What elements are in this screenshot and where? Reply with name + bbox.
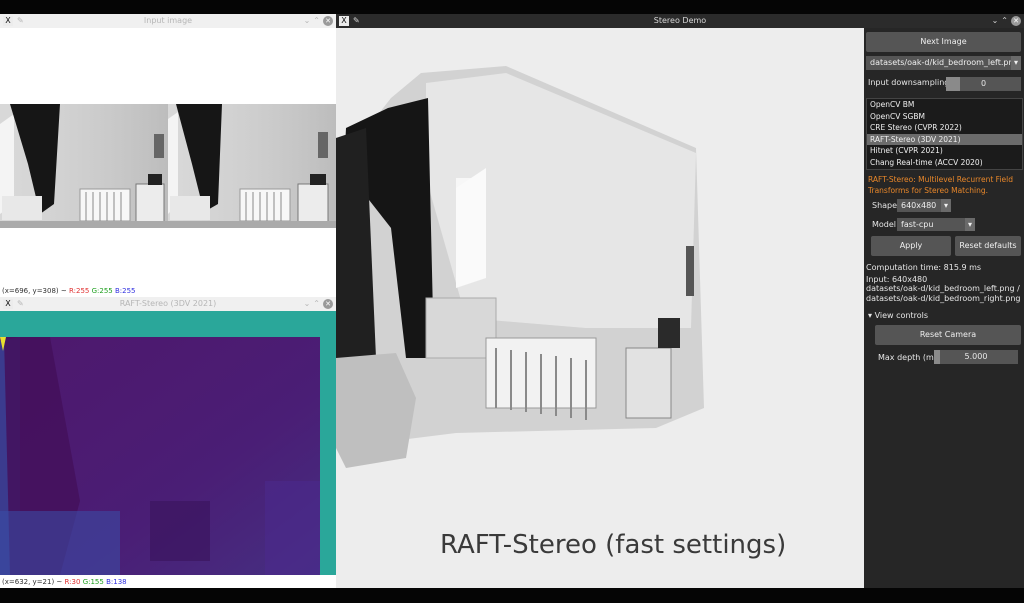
app-icon: X bbox=[3, 299, 13, 309]
status-r: R:30 bbox=[64, 578, 81, 586]
control-panel: Next Image datasets/oak-d/kid_bedroom_le… bbox=[864, 28, 1024, 588]
method-item[interactable]: Hitnet (CVPR 2021) bbox=[867, 145, 1022, 157]
shape-select-value: 640x480 bbox=[901, 201, 937, 210]
left-image bbox=[0, 104, 168, 228]
input-image-window: X ✎ Input image ⌄⌃ ✕ (x=696, y=308) ~ R:… bbox=[0, 14, 336, 297]
collapse-triangle-icon: ▾ bbox=[868, 311, 873, 320]
pin-icon[interactable]: ✎ bbox=[17, 14, 24, 28]
status-coords: (x=632, y=21) ~ bbox=[2, 578, 63, 586]
close-icon[interactable]: ✕ bbox=[1011, 15, 1021, 26]
reset-defaults-button[interactable]: Reset defaults bbox=[955, 236, 1021, 256]
pin-icon[interactable]: ✎ bbox=[353, 14, 360, 28]
overlay-caption: RAFT-Stereo (fast settings) bbox=[440, 530, 787, 560]
method-list[interactable]: OpenCV BM OpenCV SGBM CRE Stereo (CVPR 2… bbox=[866, 98, 1023, 170]
chevron-up-icon[interactable]: ⌃ bbox=[1001, 16, 1011, 25]
right-image bbox=[168, 104, 336, 228]
view-controls-header[interactable]: ▾ View controls bbox=[868, 311, 928, 320]
input-downsampling-label: Input downsampling bbox=[868, 78, 950, 87]
chevron-up-icon[interactable]: ⌃ bbox=[313, 299, 323, 308]
pin-icon[interactable]: ✎ bbox=[17, 297, 24, 311]
input-downsampling-slider[interactable]: 0 bbox=[946, 77, 1021, 91]
reset-camera-button[interactable]: Reset Camera bbox=[875, 325, 1021, 345]
chevron-up-icon[interactable]: ⌃ bbox=[313, 16, 323, 25]
input-files: datasets/oak-d/kid_bedroom_left.png / da… bbox=[866, 284, 1021, 303]
window-title: Stereo Demo bbox=[653, 16, 707, 25]
close-icon[interactable]: ✕ bbox=[323, 15, 333, 26]
method-description: RAFT-Stereo: Multilevel Recurrent Field … bbox=[868, 175, 1013, 195]
apply-button[interactable]: Apply bbox=[871, 236, 951, 256]
point-cloud-view[interactable] bbox=[336, 28, 864, 588]
app-icon: X bbox=[3, 16, 13, 26]
status-g: G:155 bbox=[82, 578, 104, 586]
close-icon[interactable]: ✕ bbox=[323, 298, 333, 309]
model-label: Model bbox=[872, 220, 897, 229]
stereo-demo-titlebar[interactable]: X ✎ Stereo Demo ⌄⌃ ✕ bbox=[336, 14, 1024, 28]
stereo-pair-image[interactable] bbox=[0, 104, 336, 228]
chevron-down-icon: ▾ bbox=[965, 218, 975, 231]
pixel-status-bar: (x=696, y=308) ~ R:255 G:255 B:255 bbox=[2, 287, 136, 295]
status-g: G:255 bbox=[91, 287, 113, 295]
chevron-down-icon[interactable]: ⌄ bbox=[304, 16, 314, 25]
chevron-down-icon[interactable]: ⌄ bbox=[992, 16, 1002, 25]
max-depth-slider[interactable]: 5.000 bbox=[934, 350, 1018, 364]
slider-value: 5.000 bbox=[964, 352, 988, 361]
chevron-down-icon[interactable]: ⌄ bbox=[304, 299, 314, 308]
slider-value: 0 bbox=[980, 79, 987, 88]
method-item-selected[interactable]: RAFT-Stereo (3DV 2021) bbox=[867, 133, 1022, 145]
method-item[interactable]: OpenCV SGBM bbox=[867, 111, 1022, 123]
input-image-titlebar[interactable]: X ✎ Input image ⌄⌃ ✕ bbox=[0, 14, 336, 28]
status-coords: (x=696, y=308) ~ bbox=[2, 287, 67, 295]
max-depth-label: Max depth (m) bbox=[878, 353, 937, 362]
computation-time: Computation time: 815.9 ms bbox=[866, 263, 982, 272]
status-b: B:255 bbox=[114, 287, 136, 295]
shape-label: Shape bbox=[872, 201, 898, 210]
window-title: Input image bbox=[143, 16, 193, 25]
input-size: Input: 640x480 bbox=[866, 275, 928, 284]
model-select[interactable]: fast-cpu ▾ bbox=[897, 218, 975, 231]
raft-titlebar[interactable]: X ✎ RAFT-Stereo (3DV 2021) ⌄⌃ ✕ bbox=[0, 297, 336, 311]
window-title: RAFT-Stereo (3DV 2021) bbox=[119, 299, 217, 308]
app-icon: X bbox=[339, 16, 349, 26]
dataset-select[interactable]: datasets/oak-d/kid_bedroom_left.png ▾ bbox=[866, 56, 1021, 70]
model-select-value: fast-cpu bbox=[901, 220, 934, 229]
dataset-select-value: datasets/oak-d/kid_bedroom_left.png bbox=[870, 58, 1019, 67]
method-item[interactable]: CRE Stereo (CVPR 2022) bbox=[867, 122, 1022, 134]
chevron-down-icon: ▾ bbox=[941, 199, 951, 212]
chevron-down-icon: ▾ bbox=[1011, 56, 1021, 70]
method-item[interactable]: Chang Real-time (ACCV 2020) bbox=[867, 157, 1022, 169]
pixel-status-bar: (x=632, y=21) ~ R:30 G:155 B:138 bbox=[2, 578, 127, 586]
status-b: B:138 bbox=[106, 578, 127, 586]
view-controls-label: View controls bbox=[874, 311, 928, 320]
disparity-map[interactable] bbox=[0, 311, 336, 575]
shape-select[interactable]: 640x480 ▾ bbox=[897, 199, 951, 212]
method-item[interactable]: OpenCV BM bbox=[867, 99, 1022, 111]
status-r: R:255 bbox=[68, 287, 90, 295]
raft-disparity-window: X ✎ RAFT-Stereo (3DV 2021) ⌄⌃ ✕ (x=632, y… bbox=[0, 297, 336, 588]
next-image-button[interactable]: Next Image bbox=[866, 32, 1021, 52]
